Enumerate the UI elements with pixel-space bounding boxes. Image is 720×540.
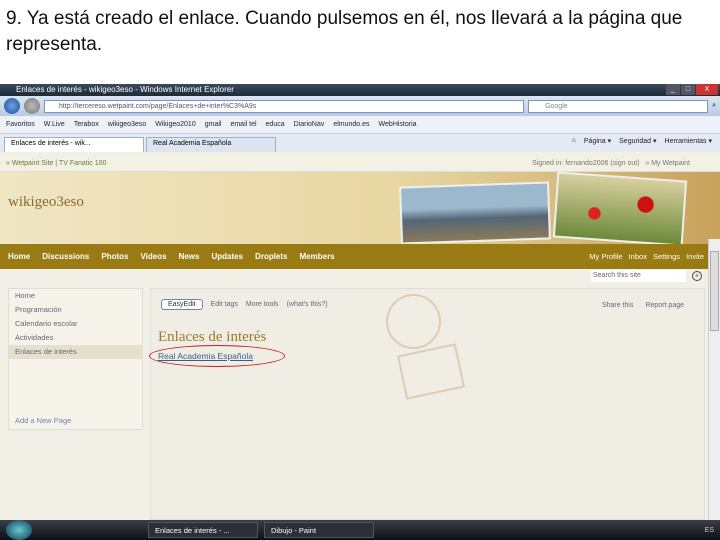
title-bar: Enlaces de interés - wikigeo3eso - Windo… bbox=[0, 84, 720, 96]
wetpaint-bar: « Wetpaint Site | TV Fanatic 100 Signed … bbox=[0, 155, 720, 172]
more-tools-link[interactable]: More tools bbox=[246, 301, 279, 308]
browser-window: Enlaces de interés - wikigeo3eso - Windo… bbox=[0, 84, 720, 540]
nav-videos[interactable]: Videos bbox=[140, 252, 166, 261]
favorite-item[interactable]: elmundo.es bbox=[333, 121, 369, 128]
sidebar: Home Programación Calendario escolar Act… bbox=[8, 288, 143, 430]
invite-link[interactable]: Invite bbox=[686, 252, 704, 261]
report-link[interactable]: Report page bbox=[645, 302, 684, 309]
sidebar-item-enlaces[interactable]: Enlaces de interés bbox=[9, 345, 142, 359]
menu-seguridad[interactable]: Seguridad ▾ bbox=[619, 137, 656, 145]
site-banner: wikigeo3eso bbox=[0, 171, 720, 247]
sidebar-item-calendario[interactable]: Calendario escolar bbox=[9, 317, 142, 331]
minimize-button[interactable]: _ bbox=[666, 84, 680, 95]
my-profile-link[interactable]: My Profile bbox=[589, 252, 622, 261]
forward-button[interactable] bbox=[24, 98, 40, 114]
search-icon[interactable]: ⌕ bbox=[712, 102, 716, 110]
favorite-item[interactable]: wikigeo3eso bbox=[108, 121, 147, 128]
slide-caption: 9. Ya está creado el enlace. Cuando puls… bbox=[6, 8, 683, 55]
content-panel: EasyEdit Edit tags More tools (what's th… bbox=[149, 288, 705, 520]
menu-herramientas[interactable]: Herramientas ▾ bbox=[665, 137, 712, 145]
sidebar-item-actividades[interactable]: Actividades bbox=[9, 331, 142, 345]
site-search: Search this site + bbox=[591, 270, 702, 282]
nav-home[interactable]: Home bbox=[8, 252, 30, 261]
rae-link[interactable]: Real Academia Española bbox=[158, 351, 253, 361]
scrollbar-thumb[interactable] bbox=[710, 251, 719, 331]
search-input[interactable]: Google bbox=[528, 99, 709, 113]
signed-in-text[interactable]: Signed in: fernando2006 (sign out) bbox=[532, 160, 639, 167]
nav-members[interactable]: Members bbox=[300, 252, 335, 261]
stamp-decoration bbox=[386, 294, 441, 349]
tab-row: Enlaces de interés - wik... Real Academi… bbox=[0, 134, 720, 152]
favorite-item[interactable]: Wikigeo2010 bbox=[155, 121, 195, 128]
page-title: Enlaces de interés bbox=[158, 329, 267, 345]
share-link[interactable]: Share this bbox=[602, 302, 634, 309]
coast-photo bbox=[399, 181, 551, 245]
favorite-item[interactable]: WebHistoria bbox=[379, 121, 417, 128]
wetpaint-link[interactable]: « Wetpaint Site | TV Fanatic 100 bbox=[6, 160, 106, 167]
site-logo[interactable]: wikigeo3eso bbox=[8, 194, 84, 211]
site-nav: Home Discussions Photos Videos News Upda… bbox=[0, 244, 720, 269]
nav-news[interactable]: News bbox=[179, 252, 200, 261]
settings-link[interactable]: Settings bbox=[653, 252, 680, 261]
language-indicator[interactable]: ES bbox=[705, 527, 714, 534]
back-button[interactable] bbox=[4, 98, 20, 114]
url-input[interactable]: http://tercereso.wetpaint.com/page/Enlac… bbox=[44, 99, 525, 113]
nav-droplets[interactable]: Droplets bbox=[255, 252, 287, 261]
taskbar: Enlaces de interés - ... Dibujo - Paint … bbox=[0, 520, 720, 540]
tab-enlaces[interactable]: Enlaces de interés - wik... bbox=[4, 137, 144, 152]
favorite-item[interactable]: email tel bbox=[230, 121, 256, 128]
search-go-icon[interactable]: + bbox=[692, 271, 702, 281]
menu-pagina[interactable]: Página ▾ bbox=[584, 137, 611, 145]
inbox-link[interactable]: Inbox bbox=[629, 252, 647, 261]
sidebar-item-programacion[interactable]: Programación bbox=[9, 303, 142, 317]
home-icon[interactable]: ⌂ bbox=[572, 137, 576, 145]
poppies-photo bbox=[552, 171, 688, 247]
favorite-item[interactable]: educa bbox=[266, 121, 285, 128]
favorite-item[interactable]: W.Live bbox=[44, 121, 65, 128]
site-search-input[interactable]: Search this site bbox=[591, 270, 686, 282]
easyedit-button[interactable]: EasyEdit bbox=[161, 299, 203, 310]
sidebar-item-home[interactable]: Home bbox=[9, 289, 142, 303]
whats-this-link[interactable]: (what's this?) bbox=[287, 301, 328, 308]
start-button[interactable] bbox=[6, 520, 32, 540]
edit-tags-link[interactable]: Edit tags bbox=[211, 301, 238, 308]
close-button[interactable]: X bbox=[696, 84, 718, 95]
favorite-item[interactable]: DiarioNav bbox=[294, 121, 325, 128]
scrollbar[interactable] bbox=[708, 239, 720, 520]
nav-discussions[interactable]: Discussions bbox=[42, 252, 89, 261]
tab-rae[interactable]: Real Academia Española bbox=[146, 137, 276, 152]
taskbar-item-paint[interactable]: Dibujo - Paint bbox=[264, 522, 374, 538]
favorite-item[interactable]: Favoritos bbox=[6, 121, 35, 128]
favorite-item[interactable]: Terabox bbox=[74, 121, 99, 128]
nav-photos[interactable]: Photos bbox=[101, 252, 128, 261]
my-wetpaint-link[interactable]: » My Wetpaint bbox=[645, 160, 690, 167]
stamp-decoration bbox=[396, 343, 466, 400]
taskbar-item-ie[interactable]: Enlaces de interés - ... bbox=[148, 522, 258, 538]
add-page-link[interactable]: Add a New Page bbox=[15, 416, 71, 425]
address-bar: http://tercereso.wetpaint.com/page/Enlac… bbox=[0, 96, 720, 116]
favorites-bar: Favoritos W.Live Terabox wikigeo3eso Wik… bbox=[0, 116, 720, 134]
window-title: Enlaces de interés - wikigeo3eso - Windo… bbox=[16, 85, 234, 94]
maximize-button[interactable]: □ bbox=[681, 84, 695, 95]
favorite-item[interactable]: gmail bbox=[205, 121, 222, 128]
nav-updates[interactable]: Updates bbox=[211, 252, 243, 261]
